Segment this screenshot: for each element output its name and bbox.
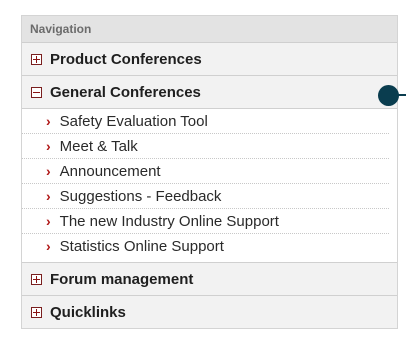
section-forum-management[interactable]: Forum management — [22, 263, 397, 296]
list-item-announcement[interactable]: › Announcement — [22, 159, 389, 184]
list-item-industry-online-support[interactable]: › The new Industry Online Support — [22, 209, 389, 234]
list-item-label: Meet & Talk — [59, 137, 138, 155]
chevron-right-icon: › — [46, 163, 51, 179]
general-conferences-list: › Safety Evaluation Tool › Meet & Talk ›… — [22, 109, 397, 263]
minus-box-icon[interactable] — [31, 86, 42, 98]
chevron-right-icon: › — [46, 113, 51, 129]
list-item-label: Safety Evaluation Tool — [59, 112, 208, 130]
plus-box-icon[interactable] — [31, 53, 42, 65]
list-item-label: Announcement — [59, 162, 161, 180]
chevron-right-icon: › — [46, 238, 51, 254]
section-label: Product Conferences — [50, 50, 202, 68]
chevron-right-icon: › — [46, 188, 51, 204]
list-item-safety-evaluation-tool[interactable]: › Safety Evaluation Tool — [22, 109, 389, 134]
section-label: Forum management — [50, 270, 194, 288]
section-quicklinks[interactable]: Quicklinks — [22, 296, 397, 328]
plus-box-icon[interactable] — [31, 306, 42, 318]
chevron-right-icon: › — [46, 138, 51, 154]
section-general-conferences[interactable]: General Conferences — [22, 76, 397, 109]
plus-box-icon[interactable] — [31, 273, 42, 285]
list-item-label: Suggestions - Feedback — [59, 187, 222, 205]
list-item-suggestions-feedback[interactable]: › Suggestions - Feedback — [22, 184, 389, 209]
list-item-label: The new Industry Online Support — [59, 212, 279, 230]
callout-marker-line — [398, 94, 406, 96]
navigation-panel: Navigation Product Conferences General C… — [21, 15, 398, 329]
section-label: General Conferences — [50, 83, 201, 101]
navigation-header: Navigation — [22, 16, 397, 43]
section-label: Quicklinks — [50, 303, 126, 321]
chevron-right-icon: › — [46, 213, 51, 229]
list-item-statistics-online-support[interactable]: › Statistics Online Support — [22, 234, 389, 258]
list-item-meet-and-talk[interactable]: › Meet & Talk — [22, 134, 389, 159]
callout-marker-dot — [378, 85, 399, 106]
section-product-conferences[interactable]: Product Conferences — [22, 43, 397, 76]
list-item-label: Statistics Online Support — [59, 237, 224, 255]
